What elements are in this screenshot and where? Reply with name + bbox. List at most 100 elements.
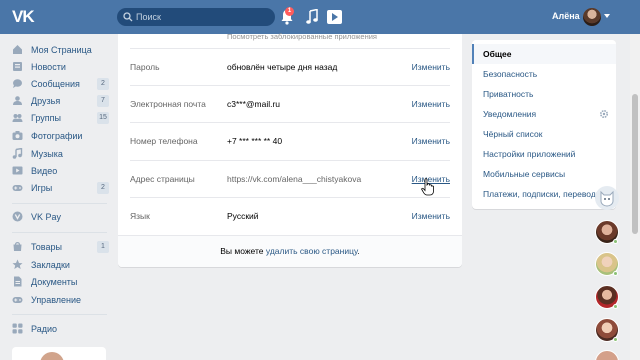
online-indicator [613,337,618,342]
row-value: c3***@mail.ru [227,99,281,109]
footer-text: Вы можете [220,246,266,256]
video-icon [12,166,23,175]
settings-nav-menu: Общее Безопасность Приватность Уведомлен… [472,40,616,209]
sidebar-item-label: VK Pay [31,211,62,222]
messages-icon [13,79,22,88]
sidebar-item-groups[interactable]: Группы 15 [12,109,109,126]
friends-icon [13,96,22,105]
sidebar-item-music[interactable]: Музыка [12,145,109,162]
vkpay-icon [12,211,23,222]
row-label: Электронная почта [130,99,206,109]
menu-item-app-settings[interactable]: Настройки приложений [472,144,616,164]
sidebar-item-label: Управление [31,294,82,305]
sidebar-item-radio[interactable]: Радио [12,320,109,337]
blocked-apps-link[interactable]: Посмотреть заблокированные приложения [227,32,427,41]
search-box[interactable] [117,8,275,26]
menu-item-blacklist[interactable]: Чёрный список [472,124,616,144]
row-value: +7 *** *** ** 40 [227,136,283,146]
settings-card: Посмотреть заблокированные приложения Па… [118,32,462,267]
sidebar-item-label: Новости [31,61,66,72]
sidebar-item-label: Игры [31,182,53,193]
dog-mascot-icon[interactable] [595,186,619,210]
settings-row-language: Язык Русский Изменить [130,197,450,234]
gear-icon[interactable] [599,109,609,119]
sidebar-item-photos[interactable]: Фотографии [12,127,109,144]
sidebar-item-friends[interactable]: Друзья 7 [12,92,109,109]
settings-row-address: Адрес страницы https://vk.com/alena___ch… [130,160,450,197]
change-password-link[interactable]: Изменить [412,62,450,72]
games-icon [12,185,23,191]
delete-page-footer: Вы можете удалить свою страницу. [118,235,462,267]
goods-icon [13,242,22,251]
news-icon [13,62,22,71]
sidebar-item-label: Моя Страница [31,44,92,55]
sidebar-item-video[interactable]: Видео [12,162,109,179]
search-icon [123,12,133,22]
scrollbar[interactable] [630,34,640,360]
groups-icon [12,114,23,122]
menu-item-security[interactable]: Безопасность [472,64,616,84]
menu-item-notifications[interactable]: Уведомления [472,104,616,124]
sidebar-item-label: Фотографии [31,130,83,141]
count-badge: 7 [97,94,109,107]
row-value: обновлён четыре дня назад [227,62,338,72]
star-icon [12,259,23,269]
sidebar-item-news[interactable]: Новости [12,58,109,75]
row-value: https://vk.com/alena___chistyakova [227,174,362,184]
document-icon [14,276,22,287]
gamepad-icon [12,297,23,303]
settings-row-email: Электронная почта c3***@mail.ru Изменить [130,85,450,122]
settings-row-phone: Номер телефона +7 *** *** ** 40 Изменить [130,122,450,159]
sidebar-item-bookmarks[interactable]: Закладки [12,256,109,273]
notification-badge: 1 [285,7,294,16]
apps-icon [12,323,23,334]
change-language-link[interactable]: Изменить [412,211,450,221]
sidebar-item-label: Документы [31,276,78,287]
hand-cursor-icon [421,178,434,196]
search-input[interactable] [136,9,266,25]
sidebar-item-label: Закладки [31,259,70,270]
divider [12,203,107,204]
video-play-icon[interactable] [327,10,342,24]
delete-page-link[interactable]: удалить свою страницу [266,246,358,256]
dog-icon [600,190,614,207]
sidebar-item-management[interactable]: Управление [12,291,109,308]
change-email-link[interactable]: Изменить [412,99,450,109]
scrollbar-thumb[interactable] [632,94,638,234]
sidebar-item-games[interactable]: Игры 2 [12,179,109,196]
promo-thumbnail[interactable] [12,347,106,360]
row-label: Адрес страницы [130,174,195,184]
row-value: Русский [227,211,259,221]
avatar[interactable] [583,8,601,26]
thumbnail-image [40,352,64,360]
change-phone-link[interactable]: Изменить [412,136,450,146]
menu-item-general[interactable]: Общее [472,44,616,64]
footer-text-end: . [357,246,360,256]
vk-logo[interactable]: VK [12,8,36,26]
menu-item-mobile-services[interactable]: Мобильные сервисы [472,164,616,184]
sidebar-item-goods[interactable]: Товары 1 [12,238,109,255]
sidebar-item-label: Товары [31,241,62,252]
top-header: VK 1 Алёна [0,0,640,34]
camera-icon [12,131,23,140]
chat-avatar-5[interactable] [595,350,619,360]
chevron-down-icon[interactable] [604,14,610,18]
online-indicator [613,239,618,244]
music-icon[interactable] [306,9,318,25]
settings-row-password: Пароль обновлён четыре дня назад Изменит… [130,48,450,85]
sidebar-item-vkpay[interactable]: VK Pay [12,208,109,225]
music-icon [12,148,23,159]
count-badge: 15 [97,111,109,124]
row-label: Пароль [130,62,160,72]
sidebar-item-label: Музыка [31,148,63,159]
menu-item-privacy[interactable]: Приватность [472,84,616,104]
row-label: Номер телефона [130,136,198,146]
sidebar-item-messages[interactable]: Сообщения 2 [12,75,109,92]
sidebar-item-my-page[interactable]: Моя Страница [12,41,109,58]
row-label: Язык [130,211,150,221]
user-name[interactable]: Алёна [552,11,580,21]
home-icon [13,45,22,54]
online-indicator [613,271,618,276]
sidebar-item-documents[interactable]: Документы [12,273,109,290]
sidebar-item-label: Сообщения [31,78,80,89]
